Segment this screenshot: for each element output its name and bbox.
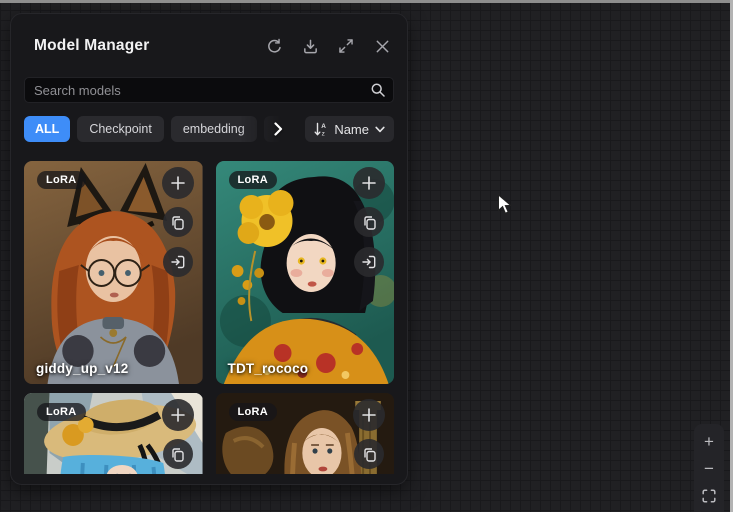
- copy-model-button[interactable]: [354, 207, 384, 237]
- model-manager-panel: Model Manager: [10, 13, 408, 485]
- chevron-down-icon: [375, 126, 385, 133]
- model-card[interactable]: LoRA: [24, 393, 203, 474]
- model-type-badge: LoRA: [229, 171, 278, 189]
- model-card[interactable]: LoRA: [216, 393, 395, 474]
- search-icon: [370, 82, 386, 98]
- model-type-badge: LoRA: [37, 403, 86, 421]
- model-name: giddy_up_v12: [36, 361, 128, 376]
- header-actions: [264, 36, 392, 56]
- canvas-zoom-toolbar: + −: [694, 424, 724, 512]
- page-title: Model Manager: [34, 37, 149, 55]
- window-border-top: [0, 0, 733, 3]
- refresh-button[interactable]: [264, 36, 284, 56]
- load-model-button[interactable]: [354, 247, 384, 277]
- add-to-workflow-button[interactable]: [162, 399, 194, 431]
- add-to-workflow-button[interactable]: [353, 167, 385, 199]
- copy-model-button[interactable]: [163, 207, 193, 237]
- import-icon: [361, 254, 377, 270]
- card-actions: [353, 167, 385, 287]
- model-type-badge: LoRA: [229, 403, 278, 421]
- close-icon: [375, 39, 390, 54]
- sort-ascending-icon: A z: [314, 122, 328, 137]
- load-model-button[interactable]: [163, 247, 193, 277]
- close-button[interactable]: [372, 36, 392, 56]
- add-to-workflow-button[interactable]: [353, 399, 385, 431]
- plus-icon: [361, 175, 377, 191]
- copy-icon: [362, 215, 377, 230]
- sort-label: Name: [334, 122, 369, 137]
- add-to-workflow-button[interactable]: [162, 167, 194, 199]
- refresh-icon: [266, 38, 283, 55]
- search-bar: [24, 77, 394, 103]
- panel-header: Model Manager: [24, 34, 394, 58]
- filter-chip-list: ALL Checkpoint embedding Hype: [24, 116, 297, 142]
- model-grid: LoRA giddy_up_v12: [24, 161, 394, 474]
- model-name: TDT_rococo: [228, 361, 309, 376]
- card-actions: [162, 167, 194, 287]
- expand-icon: [338, 38, 354, 54]
- model-card[interactable]: LoRA TDT_rococo: [216, 161, 395, 384]
- import-icon: [170, 254, 186, 270]
- svg-text:A: A: [322, 123, 327, 130]
- copy-model-button[interactable]: [354, 439, 384, 469]
- screenshot-root: { "header": { "title": "Model Manager", …: [0, 0, 733, 512]
- filter-row: ALL Checkpoint embedding Hype A z Name: [24, 116, 394, 142]
- svg-text:z: z: [322, 130, 325, 137]
- download-icon: [302, 38, 319, 55]
- model-type-badge: LoRA: [37, 171, 86, 189]
- card-actions: [162, 399, 194, 474]
- copy-icon: [170, 215, 185, 230]
- sort-button[interactable]: A z Name: [305, 116, 394, 142]
- zoom-out-button[interactable]: −: [694, 455, 724, 482]
- copy-icon: [170, 447, 185, 462]
- filter-chip-checkpoint[interactable]: Checkpoint: [77, 116, 164, 142]
- plus-icon: [170, 407, 186, 423]
- copy-icon: [362, 447, 377, 462]
- filter-chip-embedding[interactable]: embedding: [171, 116, 257, 142]
- expand-button[interactable]: [336, 36, 356, 56]
- download-button[interactable]: [300, 36, 320, 56]
- zoom-in-button[interactable]: +: [694, 428, 724, 455]
- chevron-right-icon[interactable]: [274, 122, 283, 136]
- copy-model-button[interactable]: [163, 439, 193, 469]
- model-card[interactable]: LoRA giddy_up_v12: [24, 161, 203, 384]
- filter-chip-all[interactable]: ALL: [24, 116, 70, 142]
- card-actions: [353, 399, 385, 474]
- plus-icon: [361, 407, 377, 423]
- fit-view-button[interactable]: [694, 482, 724, 509]
- fit-view-icon: [702, 489, 716, 503]
- search-input[interactable]: [24, 77, 394, 103]
- plus-icon: [170, 175, 186, 191]
